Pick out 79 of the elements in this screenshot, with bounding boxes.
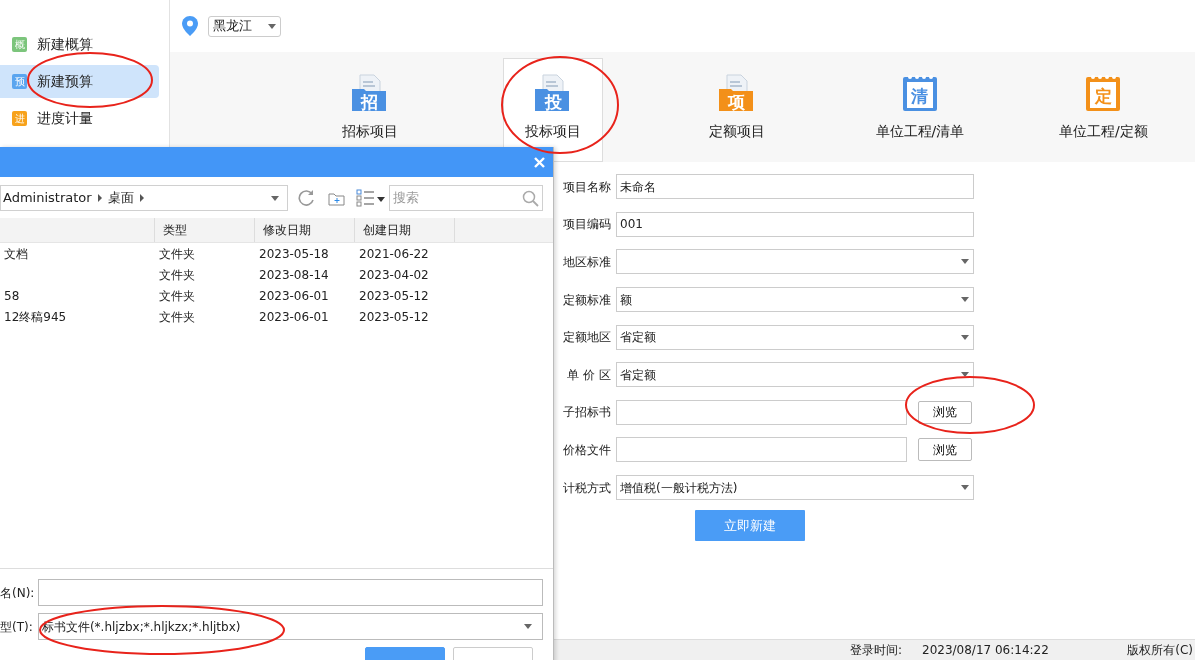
input-field[interactable] bbox=[616, 399, 907, 425]
search-icon bbox=[522, 189, 539, 207]
field-label: 定额标准 bbox=[562, 291, 611, 309]
region-select[interactable]: 黑龙江 bbox=[208, 15, 281, 37]
breadcrumb-item[interactable]: Administrator bbox=[3, 188, 92, 208]
table-cell-text: 2023-04-02 bbox=[358, 267, 429, 282]
caret-icon bbox=[961, 372, 969, 378]
table-cell-text: 文件夹 bbox=[158, 288, 195, 303]
input-field[interactable] bbox=[616, 437, 907, 463]
dropdown-field[interactable]: 省定额 bbox=[616, 362, 974, 388]
field-label: 型(T): bbox=[0, 618, 34, 636]
filetype-dropdown[interactable]: 标书文件(*.hljzbx;*.hljkzx;*.hljtbx) bbox=[37, 613, 543, 640]
column-header[interactable]: 修改日期 bbox=[255, 218, 355, 242]
field-label: 地区标准 bbox=[562, 254, 611, 271]
table-cell-text: 2023-08-14 bbox=[258, 267, 329, 282]
field-label: 名(N): bbox=[0, 584, 36, 602]
table-cell-text: 2021-06-22 bbox=[358, 246, 429, 261]
copyright-text: 版权所有(C) bbox=[1127, 642, 1194, 659]
table-cell-text: 文件夹 bbox=[158, 309, 195, 324]
dropdown-field[interactable]: 增值税(一般计税方法) bbox=[616, 475, 974, 501]
icon-character: 项 bbox=[726, 91, 746, 114]
table-cell-text: 58 bbox=[3, 288, 20, 303]
column-header[interactable]: 类型 bbox=[155, 218, 255, 242]
table-cell-text: 文件夹 bbox=[158, 267, 195, 282]
sidebar-item[interactable]: 进 进度计量 bbox=[0, 102, 159, 135]
field-label: 子招标书 bbox=[562, 404, 611, 422]
chevron-icon bbox=[97, 194, 102, 202]
caret-icon bbox=[961, 259, 969, 265]
caret-icon bbox=[268, 23, 276, 29]
dropdown-field[interactable] bbox=[616, 249, 974, 275]
table-cell-text: 2023-05-12 bbox=[358, 309, 429, 324]
dropdown-field[interactable]: 省定额 bbox=[616, 324, 974, 350]
column-header[interactable]: 创建日期 bbox=[355, 218, 455, 242]
project-type-tile[interactable]: 招 招标项目 bbox=[319, 58, 420, 162]
field-label: 价格文件 bbox=[562, 441, 611, 459]
input-field[interactable]: 未命名 bbox=[616, 174, 974, 200]
icon-character: 定 bbox=[1093, 85, 1113, 108]
location-pin-icon bbox=[182, 16, 198, 36]
project-type-tile[interactable]: 定 单位工程/定额 bbox=[1053, 58, 1154, 162]
close-icon[interactable] bbox=[534, 156, 545, 168]
input-field[interactable]: 001 bbox=[616, 211, 974, 237]
breadcrumb-item[interactable]: 桌面 bbox=[107, 188, 134, 208]
field-label: 计税方式 bbox=[562, 479, 611, 497]
browse-button[interactable]: 浏览 bbox=[918, 438, 972, 462]
caret-icon bbox=[961, 334, 969, 340]
sidebar-item[interactable]: 概 新建概算 bbox=[0, 28, 159, 61]
badge-icon: 预 bbox=[12, 74, 27, 89]
badge-icon: 进 bbox=[12, 111, 27, 126]
browse-button[interactable]: 浏览 bbox=[918, 400, 972, 424]
table-cell-text: 文件夹 bbox=[158, 246, 195, 261]
field-label: 项目名称 bbox=[562, 178, 611, 196]
table-cell-text: 2023-05-12 bbox=[358, 288, 429, 303]
table-cell-text: 2023-06-01 bbox=[258, 309, 329, 324]
caret-icon bbox=[271, 195, 279, 201]
caret-icon bbox=[961, 297, 969, 303]
list-view-icon[interactable] bbox=[356, 189, 386, 207]
table-cell-text: 12终稿945 bbox=[3, 309, 67, 324]
field-label: 项目编码 bbox=[562, 216, 611, 234]
refresh-icon[interactable] bbox=[298, 189, 316, 207]
caret-icon bbox=[524, 624, 532, 629]
project-type-tile[interactable]: 清 单位工程/清单 bbox=[869, 58, 970, 162]
table-cell-text: 文档 bbox=[3, 246, 28, 261]
filename-field[interactable] bbox=[37, 579, 543, 606]
icon-character: 清 bbox=[910, 85, 930, 108]
table-cell-text: 2023-06-01 bbox=[258, 288, 329, 303]
login-time: 2023/08/17 06:14:22 bbox=[922, 642, 1049, 659]
address-bar[interactable]: Administrator 桌面 bbox=[0, 185, 288, 211]
field-label: 定额地区 bbox=[562, 329, 611, 347]
login-label: 登录时间: bbox=[850, 642, 904, 659]
caret-icon bbox=[961, 485, 969, 491]
chevron-icon bbox=[139, 194, 144, 202]
table-cell-text: 2023-05-18 bbox=[258, 246, 329, 261]
icon-character: 投 bbox=[543, 91, 563, 114]
dropdown-field[interactable]: 额 bbox=[616, 287, 974, 313]
sidebar-item[interactable]: 预 新建预算 bbox=[0, 65, 159, 98]
project-type-tile[interactable]: 项 定额项目 bbox=[686, 58, 787, 162]
icon-character: 招 bbox=[359, 91, 380, 114]
badge-icon: 概 bbox=[12, 37, 27, 52]
field-label: 单 价 区 bbox=[566, 366, 611, 384]
